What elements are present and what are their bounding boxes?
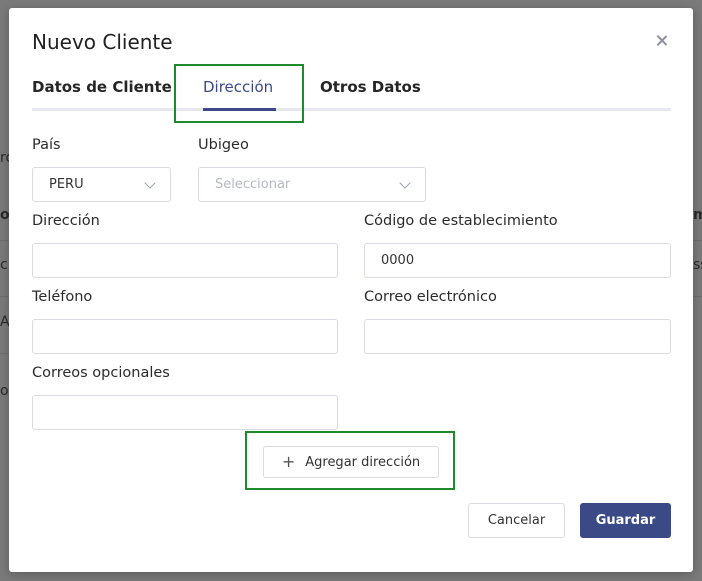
- ubigeo-placeholder: Seleccionar: [215, 177, 291, 192]
- cancel-button[interactable]: Cancelar: [468, 503, 565, 538]
- save-button[interactable]: Guardar: [580, 503, 671, 538]
- tab-bar: Datos de Cliente Dirección Otros Datos: [32, 74, 671, 111]
- background-divider: [0, 240, 9, 241]
- tab-other-data[interactable]: Otros Datos: [320, 78, 421, 96]
- establishment-code-input[interactable]: 0000: [364, 243, 671, 278]
- chevron-down-icon: [399, 176, 411, 189]
- background-divider: [693, 240, 702, 241]
- chevron-down-icon: [144, 176, 156, 189]
- add-address-button[interactable]: + Agregar dirección: [263, 446, 439, 478]
- background-text: m: [693, 207, 702, 223]
- ubigeo-select[interactable]: Seleccionar: [198, 167, 426, 202]
- background-divider: [0, 353, 9, 354]
- address-input[interactable]: [32, 243, 338, 278]
- dialog-title: Nuevo Cliente: [32, 30, 173, 54]
- email-input[interactable]: [364, 319, 671, 354]
- country-select[interactable]: PERU: [32, 167, 171, 202]
- optional-emails-label: Correos opcionales: [32, 365, 170, 381]
- add-address-label: Agregar dirección: [305, 454, 421, 470]
- optional-emails-input[interactable]: [32, 395, 338, 430]
- address-label: Dirección: [32, 213, 100, 229]
- new-client-dialog: Nuevo Cliente Datos de Cliente Dirección…: [9, 8, 693, 572]
- plus-icon: +: [281, 452, 296, 471]
- phone-label: Teléfono: [32, 289, 93, 305]
- tab-client-data[interactable]: Datos de Cliente: [32, 78, 172, 96]
- background-text: ss: [693, 257, 702, 273]
- establishment-code-label: Código de establecimiento: [364, 213, 558, 229]
- background-divider: [693, 296, 702, 297]
- active-tab-indicator: [203, 108, 276, 111]
- close-icon[interactable]: [653, 32, 671, 50]
- ubigeo-label: Ubigeo: [198, 137, 249, 153]
- country-value: PERU: [49, 177, 84, 192]
- background-divider: [0, 296, 9, 297]
- tab-address[interactable]: Dirección: [203, 78, 273, 96]
- email-label: Correo electrónico: [364, 289, 497, 305]
- phone-input[interactable]: [32, 319, 338, 354]
- country-label: País: [32, 137, 61, 153]
